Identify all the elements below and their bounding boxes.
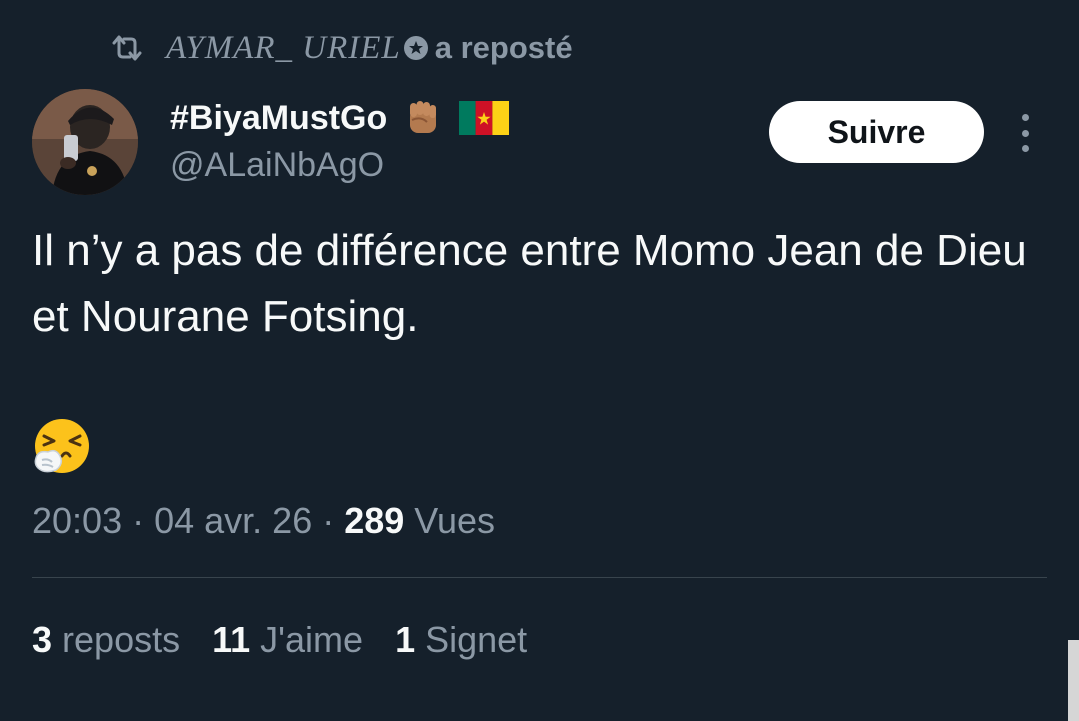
meta-separator: · bbox=[132, 500, 145, 541]
likes-count: 11 bbox=[212, 619, 251, 660]
avatar[interactable] bbox=[32, 89, 138, 195]
bookmarks-stat[interactable]: 1 Signet bbox=[395, 619, 527, 661]
tweet-date[interactable]: 04 avr. 26 bbox=[154, 500, 312, 542]
tweet-meta: 20:03 · 04 avr. 26 · 289 Vues bbox=[32, 498, 495, 544]
views-label: Vues bbox=[414, 500, 496, 541]
repost-context: AYMAR_ URIEL a reposté bbox=[110, 28, 573, 68]
reposts-stat[interactable]: 3 reposts bbox=[32, 619, 180, 661]
tweet-time[interactable]: 20:03 bbox=[32, 500, 122, 542]
engagement-stats: 3 reposts 11 J'aime 1 Signet bbox=[32, 616, 559, 664]
more-dot bbox=[1021, 129, 1029, 137]
author-handle[interactable]: @ALaiNbAgO bbox=[170, 146, 384, 185]
more-dot bbox=[1021, 145, 1029, 152]
badge-icon bbox=[403, 35, 429, 61]
more-icon[interactable] bbox=[1012, 114, 1038, 152]
meta-separator: · bbox=[322, 500, 335, 541]
raised-fist-emoji bbox=[401, 96, 445, 140]
repost-icon bbox=[110, 33, 144, 63]
reposts-count: 3 bbox=[32, 619, 53, 660]
views-count: 289 bbox=[344, 500, 405, 541]
scrollbar[interactable] bbox=[1068, 640, 1079, 721]
reposter-name[interactable]: AYMAR_ URIEL bbox=[166, 30, 401, 67]
likes-stat[interactable]: 11 J'aime bbox=[212, 619, 363, 661]
likes-label: J'aime bbox=[260, 619, 364, 660]
display-name[interactable]: #BiyaMustGo bbox=[170, 99, 387, 138]
bookmarks-label: Signet bbox=[425, 619, 528, 660]
tweet-text: Il n’y a pas de différence entre Momo Je… bbox=[32, 226, 1027, 341]
reposts-label: reposts bbox=[62, 619, 181, 660]
repost-action-label: a reposté bbox=[434, 30, 573, 65]
sneezing-face-emoji bbox=[34, 418, 90, 474]
more-dot bbox=[1021, 114, 1029, 121]
cameroon-flag-emoji bbox=[459, 99, 510, 137]
tweet-detail-page: AYMAR_ URIEL a reposté #BiyaMustGo @ALai… bbox=[0, 0, 1079, 721]
author-name-row[interactable]: #BiyaMustGo bbox=[170, 96, 510, 140]
bookmarks-count: 1 bbox=[395, 619, 416, 660]
follow-button[interactable]: Suivre bbox=[769, 101, 984, 163]
divider bbox=[32, 577, 1047, 578]
